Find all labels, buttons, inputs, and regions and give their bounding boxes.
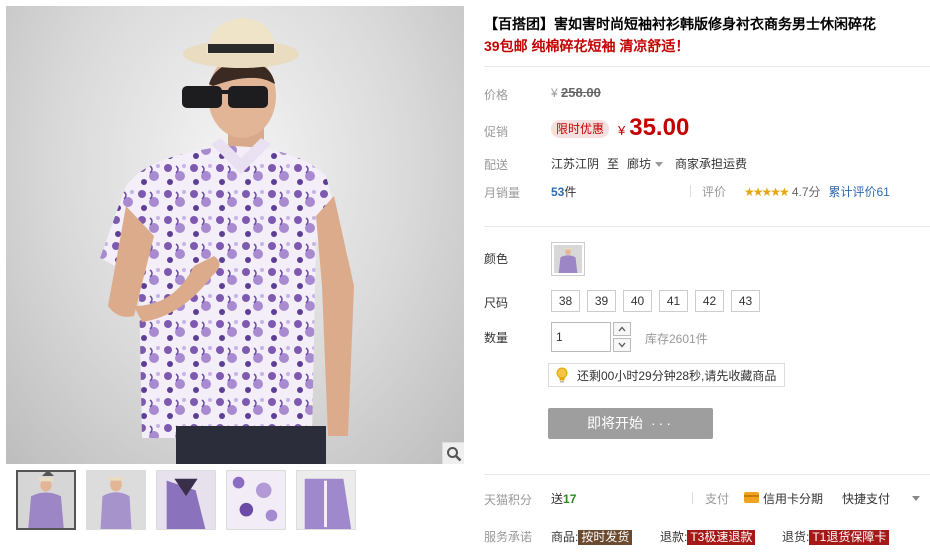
current-currency-symbol: ¥ [618,123,626,138]
thumbnail-1[interactable] [16,470,76,530]
size-option-40[interactable]: 40 [623,290,652,312]
main-product-image[interactable] [6,6,464,464]
promo-label: 促销 [484,125,509,139]
product-subtitle: 39包邮 纯棉碎花短袖 清凉舒适！ [484,38,690,54]
color-label: 颜色 [484,252,509,266]
service-return-tag[interactable]: T1退货保障卡 [809,530,890,545]
sales-label: 月销量 [484,186,521,200]
thumbnail-4[interactable] [226,470,286,530]
credit-card-icon [744,492,759,503]
original-price-value: 258.00 [561,85,601,100]
size-option-38[interactable]: 38 [551,290,580,312]
separator [690,185,691,197]
points-prefix: 送 [551,492,564,506]
lightbulb-icon [556,367,568,383]
destination-value: 廊坊 [627,157,652,171]
coming-soon-button[interactable]: 即将开始 ··· [548,408,713,439]
color-swatch[interactable] [551,242,585,276]
service-return-label: 退货: [782,530,810,544]
thumbnail-strip [16,470,356,530]
points-info: 送17 [551,490,576,507]
rating-label: 评价 [702,185,727,199]
stock-count: 库存2601件 [645,332,708,346]
points-value: 17 [563,492,577,506]
quantity-input[interactable]: 1 [551,322,611,352]
product-info: 【百搭团】害如害时尚短袖衬衫韩版修身衬衣商务男士休闲碎花 39包邮 纯棉碎花短袖… [484,14,924,56]
current-price: ¥35.00 [618,114,689,142]
quantity-increase-button[interactable] [613,322,631,336]
countdown-text: 还剩00小时29分钟28秒,请先收藏商品 [577,368,777,383]
destination-select[interactable]: 廊坊 [627,155,664,172]
cta-label: 即将开始 [587,415,643,431]
chevron-down-icon[interactable] [912,496,920,501]
currency-symbol: ¥ [551,86,558,100]
thumbnail-2[interactable] [86,470,146,530]
product-gallery [6,6,464,464]
zoom-button[interactable] [442,442,464,464]
divider-top [484,66,930,67]
ship-to-word: 至 [607,157,620,171]
thumbnail-3[interactable] [156,470,216,530]
quantity-decrease-button[interactable] [613,338,631,352]
promo-tag: 限时优惠 [551,120,610,138]
points-label: 天猫积分 [484,493,533,507]
shipping-fee: 商家承担运费 [675,157,748,171]
service-refund-label: 退款: [660,530,688,544]
size-option-43[interactable]: 43 [731,290,760,312]
size-option-42[interactable]: 42 [695,290,724,312]
total-reviews-link[interactable]: 累计评价61 [829,183,890,200]
chevron-up-icon [618,326,626,332]
sales-unit: 件 [564,185,577,199]
thumbnail-5[interactable] [296,470,356,530]
shipping-info: 江苏江阴 至 廊坊 商家承担运费 [551,155,747,172]
star-rating-icon: ★★★★★ [744,184,790,199]
sales-count: 53 [551,185,565,199]
service-refund: 退款: T3极速退款 [660,528,756,545]
size-option-39[interactable]: 39 [587,290,616,312]
divider-middle [484,226,930,227]
rating-score: 4.7分 [791,185,821,199]
credit-installment-link[interactable]: 信用卡分期 [763,490,823,507]
countdown-notice: 还剩00小时29分钟28秒,请先收藏商品 [548,363,786,387]
size-label: 尺码 [484,296,509,310]
cta-dots: ··· [651,415,674,431]
model-photo [100,18,354,464]
payment-label: 支付 [705,492,730,506]
chevron-down-icon [655,162,664,168]
monthly-sales: 53件 [551,183,576,200]
service-return: 退货: T1退货保障卡 [782,528,890,545]
service-label: 服务承诺 [484,530,533,544]
rating-summary: 评价 ★★★★★ 4.7分 累计评价61 [702,183,890,200]
magnifier-icon [446,446,461,461]
separator [692,492,693,504]
ship-from: 江苏江阴 [551,157,600,171]
chevron-down-icon [618,342,626,348]
service-goods-label: 商品: [551,530,579,544]
quick-pay-link[interactable]: 快捷支付 [842,490,890,507]
service-refund-tag[interactable]: T3极速退款 [687,530,756,545]
divider-bottom [484,474,930,475]
service-goods: 商品: 按时发货 [551,528,633,545]
original-price: ¥ 258.00 [551,85,601,100]
product-title: 【百搭团】害如害时尚短袖衬衫韩版修身衬衣商务男士休闲碎花 [484,16,876,32]
price-label: 价格 [484,88,509,102]
shipping-label: 配送 [484,158,509,172]
size-options: 38 39 40 41 42 43 [551,290,760,312]
service-goods-tag[interactable]: 按时发货 [578,530,633,545]
quantity-label: 数量 [484,331,509,345]
size-option-41[interactable]: 41 [659,290,688,312]
current-price-value: 35.00 [629,114,690,141]
